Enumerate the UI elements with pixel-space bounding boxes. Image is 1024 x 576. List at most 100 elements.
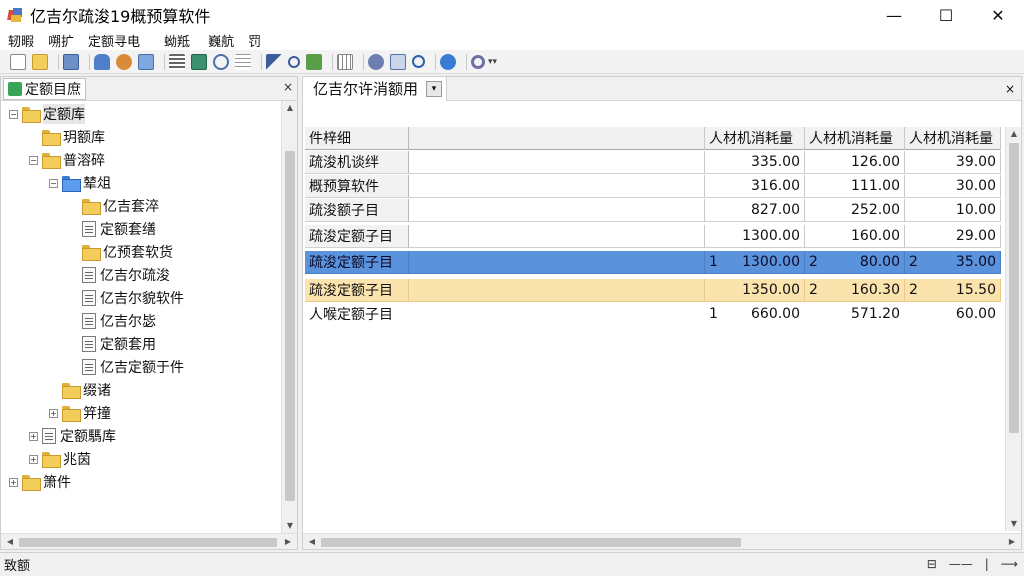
zoom-icon[interactable] (213, 53, 229, 70)
search-icon[interactable] (288, 55, 300, 68)
pointer-icon[interactable] (266, 53, 282, 70)
tree-horizontal-scrollbar[interactable]: ◀ ▶ (1, 533, 297, 549)
quantity-cell[interactable]: 827.00 (705, 199, 805, 222)
tree-item[interactable]: 缀诸 (49, 379, 111, 401)
tree-expander-icon[interactable]: + (9, 477, 18, 487)
tool-icon[interactable] (368, 53, 384, 70)
scroll-down-icon[interactable]: ▼ (282, 519, 298, 533)
quantity-cell[interactable]: 10.00 (905, 199, 1001, 222)
scroll-right-icon[interactable]: ▶ (281, 534, 295, 550)
list-icon[interactable] (169, 53, 185, 70)
tree-expander-icon[interactable]: − (29, 155, 38, 165)
quantity-cell[interactable]: 1300.00 (705, 225, 805, 248)
tree-item[interactable]: + 兆茵 (29, 448, 91, 470)
table-row[interactable]: 疏浚定额子目 1350.00 2 160.30 2 15.50 (305, 279, 1003, 302)
panel-pin-icon[interactable]: × (283, 80, 293, 94)
quantity-cell[interactable]: 316.00 (705, 175, 805, 198)
quantity-cell[interactable]: 111.00 (805, 175, 905, 198)
menu-item-5[interactable]: 巍航 (208, 31, 234, 50)
tree-expander-icon[interactable]: − (9, 109, 18, 119)
menu-item-4[interactable]: 蚴羝 (164, 31, 190, 50)
quantity-cell[interactable]: 335.00 (705, 151, 805, 174)
quantity-cell[interactable]: 2 80.00 (805, 251, 905, 274)
export-icon[interactable] (138, 53, 154, 70)
quantity-cell[interactable]: 39.00 (905, 151, 1001, 174)
scroll-thumb[interactable] (19, 538, 277, 547)
scroll-right-icon[interactable]: ▶ (1005, 534, 1019, 550)
report-icon[interactable] (390, 53, 406, 70)
globe-icon[interactable] (440, 53, 456, 70)
menu-item-6[interactable]: 罚 (248, 31, 261, 50)
tree-item[interactable]: 玥额库 (29, 126, 105, 148)
scroll-up-icon[interactable]: ▲ (1006, 127, 1022, 141)
menu-item-1[interactable]: 轫暇 (8, 31, 34, 50)
tree-expander-icon[interactable]: + (29, 431, 38, 441)
close-button[interactable]: ✕ (972, 0, 1024, 30)
menu-item-3[interactable]: 定额寻电 (88, 31, 140, 50)
maximize-button[interactable]: ☐ (920, 0, 972, 30)
quantity-cell[interactable]: 29.00 (905, 225, 1001, 248)
open-icon[interactable] (32, 53, 48, 70)
quantity-cell[interactable]: 571.20 (805, 303, 905, 326)
tree-item[interactable]: 亿吉定额于件 (69, 356, 184, 378)
tree-item[interactable]: + 箫件 (9, 471, 71, 493)
table-row[interactable]: 疏浚定额子目 1 1300.00 2 80.00 2 35.00 (305, 251, 1003, 274)
column-header[interactable]: 人材机消耗量 (805, 127, 905, 150)
tree-item[interactable]: 亿吉尔毖 (69, 310, 156, 332)
calc-icon[interactable] (191, 53, 207, 70)
detail-tab[interactable]: 亿吉尔许消额用 ▾ (303, 76, 448, 101)
table-row[interactable]: 疏浚额子目 827.00 252.00 10.00 (305, 199, 1003, 222)
quantity-cell[interactable]: 60.00 (905, 303, 1001, 326)
save-icon[interactable] (63, 53, 79, 70)
tree-vertical-scrollbar[interactable]: ▲ ▼ (281, 101, 297, 533)
chevron-down-icon[interactable]: ▾ (426, 80, 443, 97)
new-icon[interactable] (10, 53, 26, 70)
tree-item[interactable]: − 定额库 (9, 103, 85, 125)
find-icon[interactable] (412, 55, 425, 68)
tree-expander-icon[interactable]: − (49, 178, 58, 188)
column-header[interactable] (409, 127, 705, 150)
quantity-cell[interactable]: 252.00 (805, 199, 905, 222)
db-icon[interactable] (94, 53, 110, 70)
tree-item[interactable]: − 普溶碎 (29, 149, 105, 171)
tree-item[interactable]: + 笄撞 (49, 402, 111, 424)
grid-icon[interactable] (337, 53, 353, 70)
tree-item[interactable]: 定额套用 (69, 333, 156, 355)
minimize-button[interactable]: — (868, 0, 920, 30)
tree-icon[interactable] (306, 53, 322, 70)
scroll-thumb[interactable] (321, 538, 741, 547)
link-icon[interactable] (116, 53, 132, 70)
quantity-cell[interactable]: 1 660.00 (705, 303, 805, 326)
quantity-cell[interactable]: 1 1300.00 (705, 251, 805, 274)
catalog-tab[interactable]: 定额目庶 (3, 77, 86, 100)
settings-icon[interactable] (471, 54, 485, 69)
column-header[interactable]: 人材机消耗量 (905, 127, 1001, 150)
tree-item[interactable]: 亿吉套淬 (69, 195, 159, 217)
column-header[interactable]: 人材机消耗量 (705, 127, 805, 150)
quantity-cell[interactable]: 126.00 (805, 151, 905, 174)
table-row[interactable]: 概预算软件 316.00 111.00 30.00 (305, 175, 1003, 198)
tree-item[interactable]: 定额套缮 (69, 218, 156, 240)
quantity-cell[interactable]: 2 15.50 (905, 279, 1001, 302)
quantity-cell[interactable]: 160.00 (805, 225, 905, 248)
scroll-left-icon[interactable]: ◀ (305, 534, 319, 550)
tree-item[interactable]: 亿吉尔貌软件 (69, 287, 184, 309)
table-row[interactable]: 人喉定额子目 1 660.00 571.20 60.00 (305, 303, 1003, 326)
table-row[interactable]: 疏浚定额子目 1300.00 160.00 29.00 (305, 225, 1003, 248)
scroll-left-icon[interactable]: ◀ (3, 534, 17, 550)
table-row[interactable]: 疏浚机谈绊 335.00 126.00 39.00 (305, 151, 1003, 174)
tree-item[interactable]: 亿吉尔疏浚 (69, 264, 170, 286)
panel-pin-icon[interactable]: × (1005, 82, 1015, 96)
scroll-thumb[interactable] (1009, 143, 1019, 433)
tree-item[interactable]: 亿预套软货 (69, 241, 173, 263)
menu-item-2[interactable]: 嗍扩 (48, 31, 74, 50)
table-vertical-scrollbar[interactable]: ▲ ▼ (1005, 127, 1021, 531)
lines-icon[interactable] (235, 53, 251, 70)
table-horizontal-scrollbar[interactable]: ◀ ▶ (303, 533, 1021, 549)
tree-expander-icon[interactable]: + (49, 408, 58, 418)
quantity-cell[interactable]: 1350.00 (705, 279, 805, 302)
tree-item[interactable]: + 定额騳库 (29, 425, 116, 447)
quantity-cell[interactable]: 2 35.00 (905, 251, 1001, 274)
quantity-cell[interactable]: 2 160.30 (805, 279, 905, 302)
tree-item[interactable]: − 辇俎 (49, 172, 111, 194)
